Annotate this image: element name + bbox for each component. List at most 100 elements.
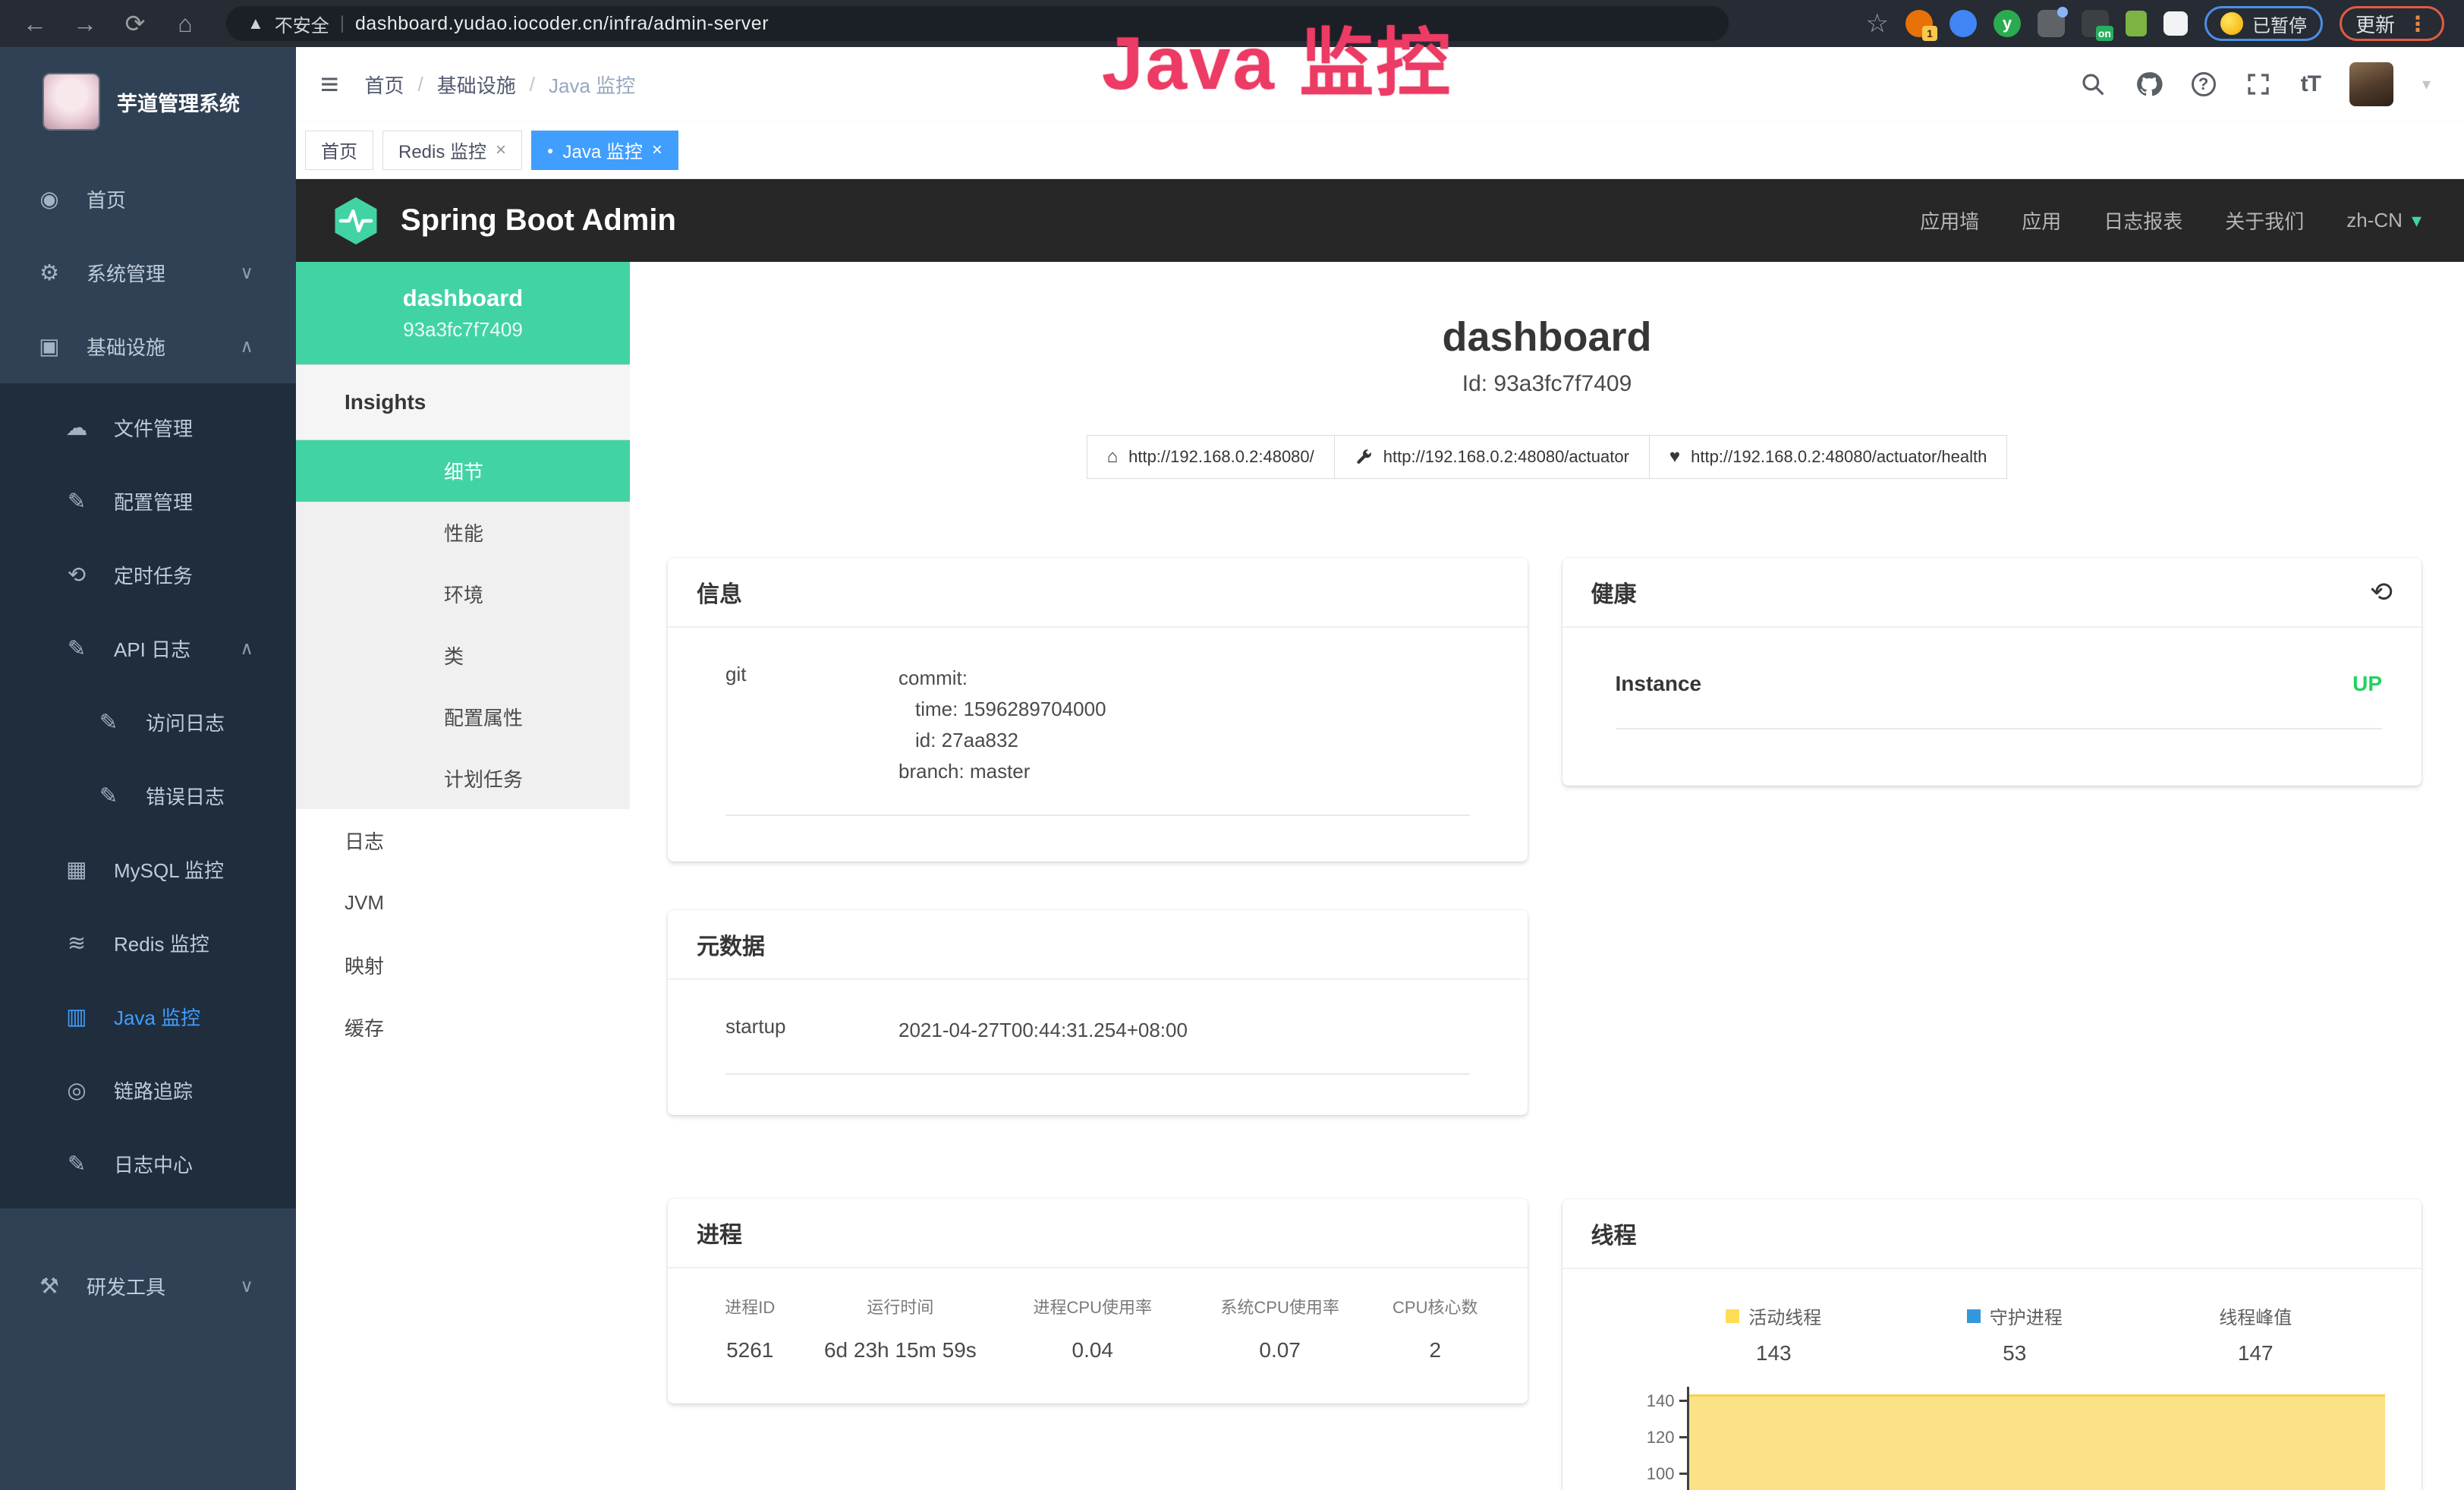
sidebar-item-java-monitor[interactable]: ▥ Java 监控 — [0, 980, 296, 1054]
history-icon[interactable]: ⟲ — [2370, 576, 2393, 608]
instance-name: dashboard — [403, 285, 523, 312]
health-card: 健康 ⟲ Instance UP — [1562, 558, 2422, 786]
user-avatar[interactable] — [2349, 62, 2393, 106]
browser-back-icon[interactable]: ← — [20, 10, 50, 38]
threads-card: 线程 活动线程 守护进程 — [1562, 1199, 2422, 1490]
chevron-up-icon: ∧ — [240, 335, 253, 358]
yellow-legend-swatch — [1726, 1309, 1739, 1323]
browser-home-icon[interactable]: ⌂ — [170, 10, 200, 38]
health-row: Instance UP — [1616, 672, 2383, 696]
tab-home[interactable]: 首页 — [305, 131, 373, 170]
sidebar-item-system-management[interactable]: ⚙ 系统管理 ∨ — [0, 236, 296, 310]
breadcrumb-infrastructure[interactable]: 基础设施 — [437, 71, 516, 99]
legend-daemon-threads: 守护进程 — [1894, 1303, 2135, 1329]
legend-peak-threads: 线程峰值 — [2135, 1303, 2377, 1329]
sidebar-item-label: 错误日志 — [146, 782, 225, 810]
paused-extension-chip[interactable]: 已暂停 — [2204, 6, 2323, 41]
sba-nav-applications[interactable]: 应用 — [2022, 206, 2061, 235]
instance-root-group: 日志 JVM 映射 缓存 — [296, 809, 630, 1058]
page-instance-id: Id: 93a3fc7f7409 — [630, 371, 2464, 397]
tab-java-monitor[interactable]: ● Java 监控 × — [531, 131, 678, 170]
instance-nav-logs[interactable]: 日志 — [296, 809, 630, 871]
instance-nav-classes[interactable]: 类 — [296, 625, 630, 686]
sidebar-logo-row[interactable]: 芋道管理系统 — [0, 47, 296, 137]
instance-nav-jvm[interactable]: JVM — [296, 871, 630, 934]
sba-brand-title[interactable]: Spring Boot Admin — [401, 203, 676, 238]
search-icon[interactable] — [2079, 71, 2107, 98]
sidebar-item-log-center[interactable]: ✎ 日志中心 — [0, 1127, 296, 1201]
service-url-button[interactable]: ⌂ http://192.168.0.2:48080/ — [1087, 435, 1335, 479]
locale-label: zh-CN — [2346, 209, 2403, 232]
breadcrumb-home[interactable]: 首页 — [365, 71, 404, 99]
breadcrumb-separator: / — [418, 73, 423, 96]
puzzle-extensions-icon[interactable] — [2163, 11, 2188, 36]
sba-nav-wallboard[interactable]: 应用墙 — [1920, 206, 1979, 235]
sidebar-item-infrastructure[interactable]: ▣ 基础设施 ∧ — [0, 310, 296, 383]
fullscreen-icon[interactable] — [2245, 71, 2272, 98]
browser-menu-icon[interactable]: ⋮ — [2407, 11, 2428, 36]
extension-icon-sprout[interactable] — [2126, 11, 2147, 36]
sidebar-item-label: 文件管理 — [114, 414, 193, 442]
tab-redis-monitor[interactable]: Redis 监控 × — [382, 131, 522, 170]
browser-update-button[interactable]: 更新 ⋮ — [2340, 6, 2444, 41]
home-icon: ◉ — [33, 186, 65, 213]
github-icon[interactable] — [2135, 71, 2163, 98]
instance-nav-details[interactable]: 细节 — [296, 440, 630, 502]
gear-icon: ⚙ — [33, 260, 65, 286]
annotation-java-monitor: Java 监控 — [1102, 3, 1452, 111]
insights-section-label: Insights — [296, 364, 630, 440]
pid-value: 5261 — [698, 1338, 801, 1362]
browser-reload-icon[interactable]: ⟳ — [120, 9, 150, 38]
health-url-button[interactable]: ♥ http://192.168.0.2:48080/actuator/heal… — [1649, 435, 2007, 479]
sidebar-item-dev-tools[interactable]: ⚒ 研发工具 ∨ — [0, 1249, 296, 1323]
extension-icon-onetab[interactable]: on — [2082, 10, 2109, 37]
sidebar-item-label: MySQL 监控 — [114, 855, 224, 884]
close-icon[interactable]: × — [496, 140, 506, 161]
sidebar-item-mysql-monitor[interactable]: ▦ MySQL 监控 — [0, 833, 296, 906]
instance-nav-caches[interactable]: 缓存 — [296, 996, 630, 1058]
instance-nav-config-props[interactable]: 配置属性 — [296, 686, 630, 748]
cpu-cores-value: 2 — [1374, 1338, 1496, 1362]
log-icon: ✎ — [61, 635, 93, 662]
instance-detail-main: dashboard Id: 93a3fc7f7409 ⌂ http://192.… — [630, 262, 2464, 1490]
tab-label: 首页 — [321, 137, 357, 163]
address-bar[interactable]: ▲ 不安全 | dashboard.yudao.iocoder.cn/infra… — [226, 6, 1729, 41]
instance-header[interactable]: dashboard 93a3fc7f7409 — [296, 262, 630, 364]
help-icon[interactable]: ? — [2192, 72, 2216, 96]
extension-icon-orange[interactable]: 1 — [1905, 10, 1933, 37]
sidebar-item-api-logs[interactable]: ✎ API 日志 ∧ — [0, 612, 296, 685]
extension-icon-y[interactable]: y — [1994, 10, 2021, 37]
font-size-icon[interactable]: tT — [2301, 71, 2321, 97]
sba-nav-journal[interactable]: 日志报表 — [2104, 206, 2182, 235]
collapse-sidebar-icon[interactable]: ≡ — [320, 66, 339, 102]
instance-nav-environment[interactable]: 环境 — [296, 563, 630, 625]
database-icon: ▦ — [61, 856, 93, 883]
system-title: 芋道管理系统 — [117, 87, 240, 117]
sidebar-item-file-management[interactable]: ☁ 文件管理 — [0, 391, 296, 465]
sidebar-item-error-logs[interactable]: ✎ 错误日志 — [0, 759, 296, 833]
sidebar-item-access-logs[interactable]: ✎ 访问日志 — [0, 685, 296, 759]
sidebar-item-redis-monitor[interactable]: ≋ Redis 监控 — [0, 906, 296, 980]
extension-icon-grid[interactable] — [2038, 10, 2065, 37]
extension-icon-pin[interactable] — [1949, 10, 1977, 37]
sba-locale-select[interactable]: zh-CN ▾ — [2346, 209, 2422, 232]
sidebar-item-label: API 日志 — [114, 635, 190, 663]
bookmark-star-icon[interactable]: ☆ — [1866, 8, 1889, 39]
y-tick-100: 100 — [1635, 1464, 1675, 1484]
sidebar-item-config-management[interactable]: ✎ 配置管理 — [0, 465, 296, 538]
browser-forward-icon[interactable]: → — [70, 10, 100, 38]
git-time-line: time: 1596289704000 — [898, 694, 1106, 725]
sba-nav-about[interactable]: 关于我们 — [2225, 206, 2304, 235]
actuator-url-button[interactable]: http://192.168.0.2:48080/actuator — [1334, 435, 1650, 479]
sidebar-item-scheduled-tasks[interactable]: ⟲ 定时任务 — [0, 538, 296, 612]
user-caret-down-icon[interactable]: ▾ — [2422, 74, 2431, 94]
sidebar-item-home[interactable]: ◉ 首页 — [0, 162, 296, 236]
service-url: http://192.168.0.2:48080/ — [1128, 447, 1314, 467]
sidebar-item-label: 配置管理 — [114, 487, 193, 515]
instance-nav-mappings[interactable]: 映射 — [296, 934, 630, 996]
close-icon[interactable]: × — [652, 140, 662, 161]
instance-nav-metrics[interactable]: 性能 — [296, 502, 630, 563]
sidebar-item-tracing[interactable]: ◎ 链路追踪 — [0, 1054, 296, 1127]
instance-nav-scheduled-tasks[interactable]: 计划任务 — [296, 748, 630, 809]
breadcrumb-current: Java 监控 — [549, 71, 635, 99]
